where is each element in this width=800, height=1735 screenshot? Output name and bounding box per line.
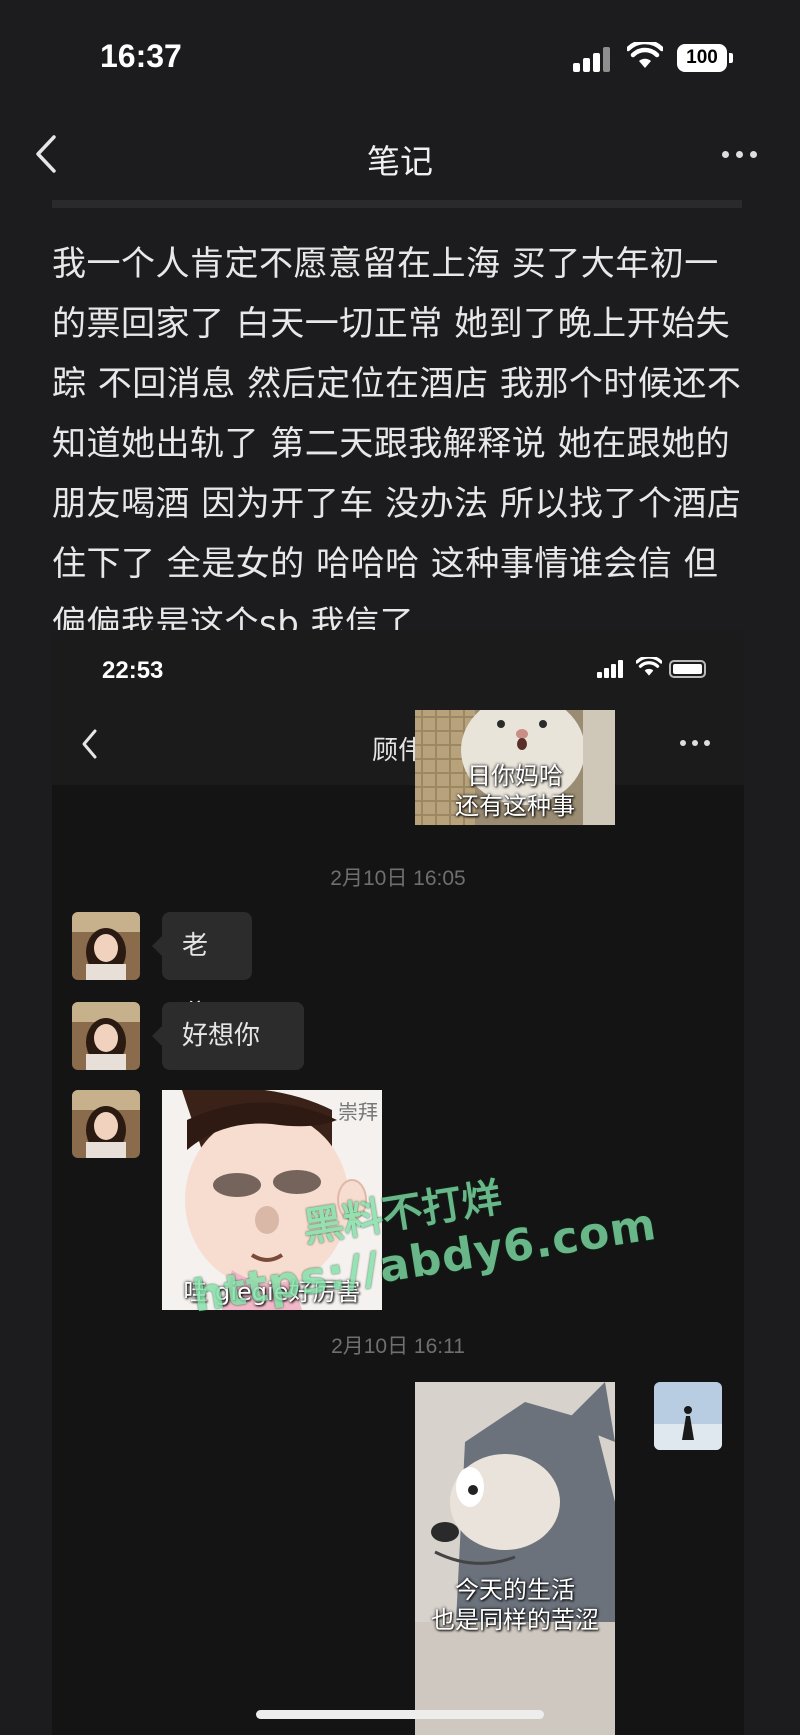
chat-timestamp: 2月10日 16:11 bbox=[331, 1335, 465, 1358]
chat-wifi-icon bbox=[636, 657, 662, 676]
chat-contact-name: 顾伟 bbox=[371, 736, 424, 766]
cat-meme-caption-2: 还有这种事 bbox=[455, 792, 575, 820]
chat-timestamp: 2月10日 16:05 bbox=[330, 867, 466, 890]
avatar[interactable] bbox=[72, 912, 140, 980]
chat-battery-icon bbox=[669, 660, 706, 678]
chat-header: 22:53 顾伟 bbox=[52, 630, 744, 785]
tom-image bbox=[415, 1382, 615, 1735]
message-bubble[interactable]: 老公 bbox=[152, 912, 252, 1029]
status-bar: 16:37 100 bbox=[0, 0, 800, 110]
avatar-self[interactable] bbox=[654, 1382, 722, 1450]
cartoon-corner-text: 崇拜 bbox=[338, 1100, 378, 1124]
chat-status-time: 22:53 bbox=[102, 657, 164, 684]
nav-bar: 笔记 bbox=[0, 115, 800, 195]
tom-meme-caption-1: 今天的生活 bbox=[455, 1576, 575, 1604]
more-options-icon[interactable] bbox=[718, 137, 762, 171]
chat-more-icon[interactable] bbox=[678, 738, 714, 748]
battery-tip bbox=[729, 53, 733, 63]
header-divider bbox=[52, 200, 742, 208]
page-title: 笔记 bbox=[367, 142, 433, 181]
avatar[interactable] bbox=[72, 1002, 140, 1070]
cellular-signal-icon bbox=[573, 46, 613, 72]
home-indicator[interactable] bbox=[256, 1710, 544, 1719]
chat-signal-icon bbox=[597, 660, 625, 678]
battery-icon: 100 bbox=[677, 44, 727, 72]
note-text: 我一个人肯定不愿意留在上海 买了大年初一的票回家了 白天一切正常 她到了晚上开始… bbox=[52, 244, 742, 644]
tom-meme-sticker[interactable]: 今天的生活 也是同样的苦涩 bbox=[415, 1382, 615, 1735]
tom-meme-caption-2: 也是同样的苦涩 bbox=[431, 1606, 599, 1634]
status-time: 16:37 bbox=[100, 38, 182, 74]
cat-meme-caption-1: 日你妈哈 bbox=[467, 762, 563, 790]
message-bubble[interactable]: 好想你呀 bbox=[152, 1002, 304, 1119]
cat-meme-sticker[interactable]: 日你妈哈 还有这种事 bbox=[415, 710, 615, 825]
wifi-icon bbox=[627, 42, 663, 68]
avatar[interactable] bbox=[72, 1090, 140, 1158]
